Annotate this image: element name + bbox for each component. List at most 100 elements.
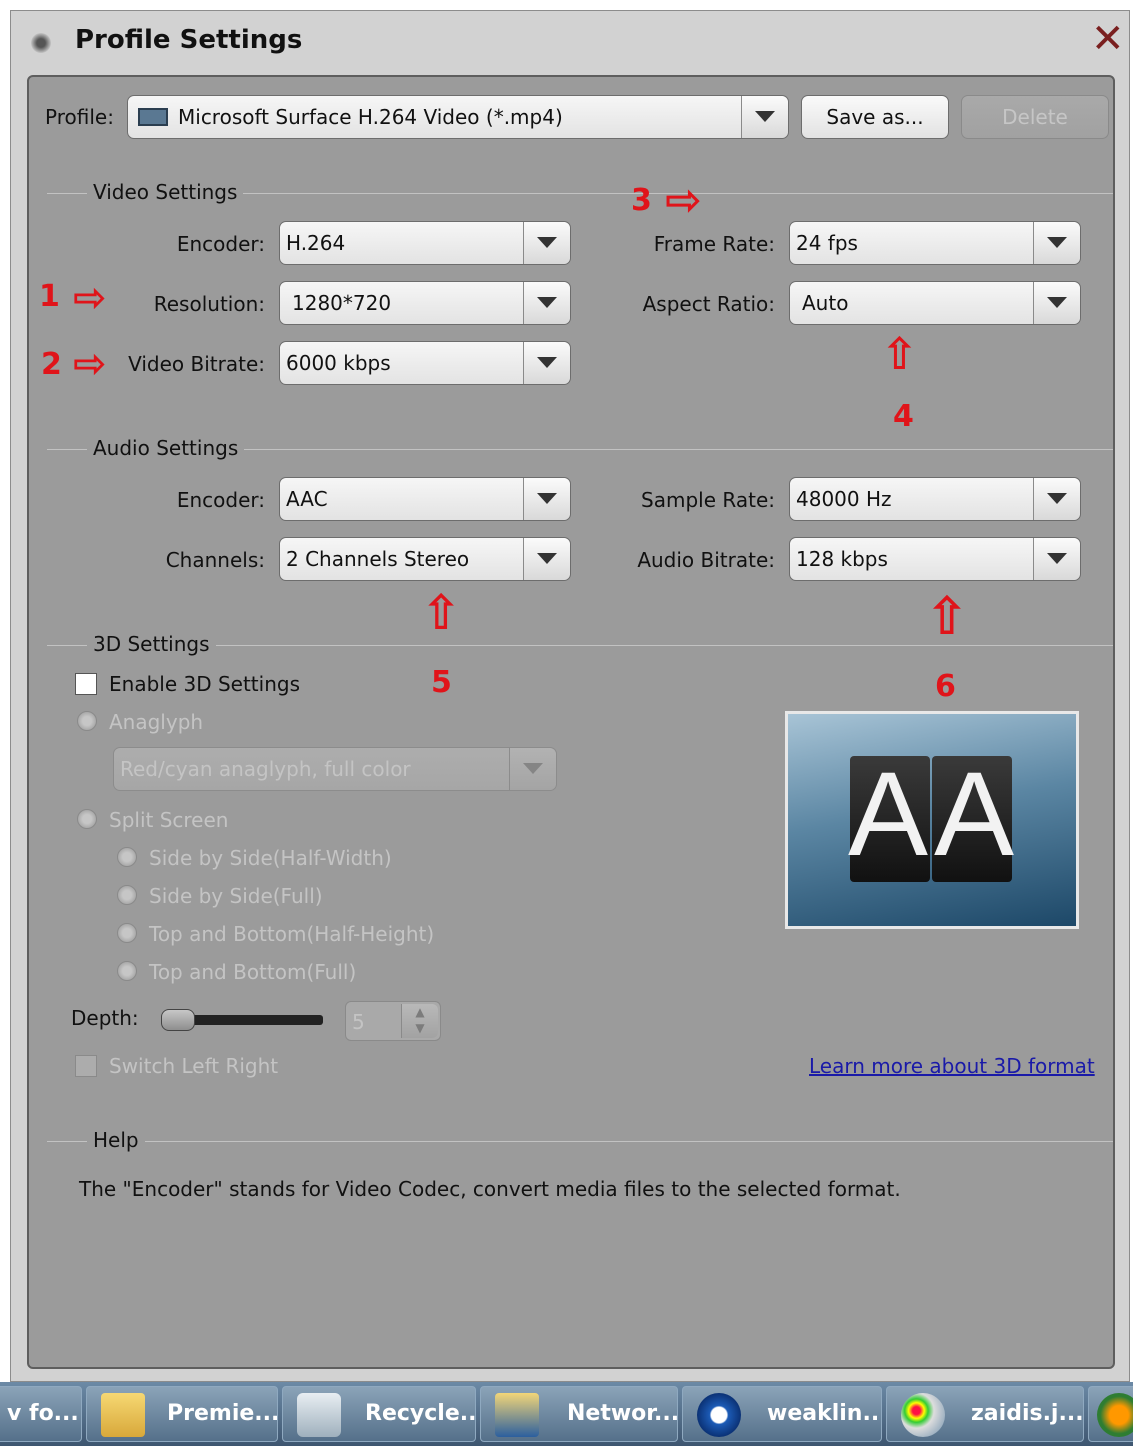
paint-icon	[901, 1393, 945, 1437]
depth-value: 5	[352, 1010, 365, 1034]
sample-rate-value: 48000 Hz	[796, 487, 892, 511]
taskbar-item-label: weaklin...	[767, 1401, 882, 1426]
split-option-label: Top and Bottom(Half-Height)	[149, 922, 435, 946]
channels-select[interactable]: 2 Channels Stereo	[279, 537, 571, 581]
taskbar-item-label: Recycle...	[365, 1401, 476, 1426]
resolution-label: Resolution:	[153, 292, 265, 316]
chevron-down-icon[interactable]	[1033, 222, 1080, 264]
annotation-arrow-up: ⇧	[421, 585, 462, 641]
annotation-number: 2	[41, 347, 62, 382]
enable-3d-label: Enable 3D Settings	[109, 672, 300, 696]
frame-rate-label: Frame Rate:	[653, 232, 775, 256]
sample-rate-label: Sample Rate:	[641, 488, 775, 512]
title-bar: Profile Settings ✕	[11, 11, 1129, 75]
split-option-radio[interactable]	[117, 961, 137, 981]
video-settings-group: Video Settings	[47, 180, 1113, 204]
chevron-down-icon[interactable]	[1033, 282, 1080, 324]
anaglyph-mode-select[interactable]: Red/cyan anaglyph, full color	[113, 747, 557, 791]
anaglyph-label: Anaglyph	[109, 710, 204, 734]
chevron-down-icon[interactable]	[523, 478, 570, 520]
audio-encoder-value: AAC	[286, 487, 328, 511]
taskbar: v fo... Premie... Recycle... Networ... w…	[0, 1382, 1133, 1446]
channels-value: 2 Channels Stereo	[286, 547, 470, 571]
spin-arrows-icon[interactable]: ▲ ▼	[401, 1004, 438, 1038]
split-option-radio[interactable]	[117, 923, 137, 943]
enable-3d-checkbox[interactable]	[75, 673, 97, 695]
frame-rate-value: 24 fps	[796, 231, 858, 255]
audio-encoder-label: Encoder:	[176, 488, 265, 512]
taskbar-item-label: Premie...	[167, 1401, 278, 1426]
profile-select[interactable]: Microsoft Surface H.264 Video (*.mp4)	[127, 95, 789, 139]
taskbar-item[interactable]: Premie...	[86, 1386, 278, 1442]
taskbar-item[interactable]: zaidis.j...	[886, 1386, 1084, 1442]
taskbar-item[interactable]: weaklin...	[682, 1386, 882, 1442]
depth-slider-handle[interactable]	[161, 1009, 195, 1031]
depth-spinbox[interactable]: 5 ▲ ▼	[345, 1001, 441, 1041]
video-settings-heading: Video Settings	[87, 180, 244, 204]
resolution-value: 1280*720	[292, 291, 392, 315]
chevron-down-icon[interactable]	[523, 282, 570, 324]
split-option-radio[interactable]	[117, 885, 137, 905]
chevron-down-icon[interactable]	[523, 342, 570, 384]
folder-icon	[101, 1393, 145, 1437]
chevron-down-icon[interactable]	[1033, 478, 1080, 520]
taskbar-item[interactable]: Networ...	[480, 1386, 678, 1442]
taskbar-item[interactable]: Recycle...	[282, 1386, 476, 1442]
annotation-arrow-right: ⇨	[665, 175, 702, 226]
depth-label: Depth:	[71, 1006, 139, 1030]
annotation-arrow-right: ⇨	[73, 341, 107, 387]
split-option-label: Side by Side(Half-Width)	[149, 846, 392, 870]
split-option-radio[interactable]	[117, 847, 137, 867]
annotation-number: 5	[431, 665, 452, 700]
annotation-number: 4	[893, 399, 914, 434]
settings-panel: Profile: Microsoft Surface H.264 Video (…	[27, 75, 1115, 1369]
audio-encoder-select[interactable]: AAC	[279, 477, 571, 521]
chevron-down-icon[interactable]	[523, 538, 570, 580]
close-icon[interactable]: ✕	[1091, 19, 1125, 59]
taskbar-item[interactable]: v fo...	[0, 1386, 82, 1442]
video-encoder-select[interactable]: H.264	[279, 221, 571, 265]
chevron-down-icon[interactable]	[1033, 538, 1080, 580]
audio-settings-group: Audio Settings	[47, 436, 1113, 460]
annotation-number: 6	[935, 669, 956, 704]
annotation-arrow-right: ⇨	[73, 275, 107, 321]
split-screen-label: Split Screen	[109, 808, 229, 832]
profile-value: Microsoft Surface H.264 Video (*.mp4)	[178, 105, 563, 129]
chevron-down-icon[interactable]	[523, 222, 570, 264]
video-bitrate-label: Video Bitrate:	[128, 352, 265, 376]
annotation-arrow-up: ⇧	[925, 587, 969, 647]
switch-left-right-checkbox[interactable]	[75, 1055, 97, 1077]
frame-rate-select[interactable]: 24 fps	[789, 221, 1081, 265]
video-encoder-value: H.264	[286, 231, 346, 255]
audio-bitrate-select[interactable]: 128 kbps	[789, 537, 1081, 581]
video-encoder-label: Encoder:	[176, 232, 265, 256]
audio-bitrate-label: Audio Bitrate:	[637, 548, 775, 572]
save-as-button[interactable]: Save as...	[801, 95, 949, 139]
channels-label: Channels:	[165, 548, 265, 572]
resolution-select[interactable]: 1280*720	[279, 281, 571, 325]
chevron-down-icon[interactable]	[741, 96, 788, 138]
app-icon	[1097, 1393, 1133, 1437]
anaglyph-radio[interactable]	[77, 711, 97, 731]
annotation-number: 3	[631, 183, 652, 218]
audio-settings-heading: Audio Settings	[87, 436, 245, 460]
learn-more-link[interactable]: Learn more about 3D format	[809, 1054, 1095, 1078]
3d-settings-heading: 3D Settings	[87, 632, 216, 656]
sample-rate-select[interactable]: 48000 Hz	[789, 477, 1081, 521]
dialog-title: Profile Settings	[75, 25, 303, 55]
aspect-ratio-select[interactable]: Auto	[789, 281, 1081, 325]
annotation-arrow-up: ⇧	[881, 329, 918, 380]
help-text: The "Encoder" stands for Video Codec, co…	[79, 1177, 901, 1201]
video-bitrate-select[interactable]: 6000 kbps	[279, 341, 571, 385]
preview-letters: AA	[848, 747, 1021, 881]
help-heading: Help	[87, 1128, 145, 1152]
split-screen-radio[interactable]	[77, 809, 97, 829]
audio-bitrate-value: 128 kbps	[796, 547, 888, 571]
profile-settings-dialog: Profile Settings ✕ Profile: Microsoft Su…	[10, 10, 1130, 1382]
taskbar-item[interactable]	[1088, 1386, 1133, 1442]
recycle-bin-icon	[297, 1393, 341, 1437]
anaglyph-mode-value: Red/cyan anaglyph, full color	[120, 757, 411, 781]
delete-button[interactable]: Delete	[961, 95, 1109, 139]
video-profile-icon	[138, 108, 168, 126]
chevron-down-icon[interactable]	[509, 748, 556, 790]
